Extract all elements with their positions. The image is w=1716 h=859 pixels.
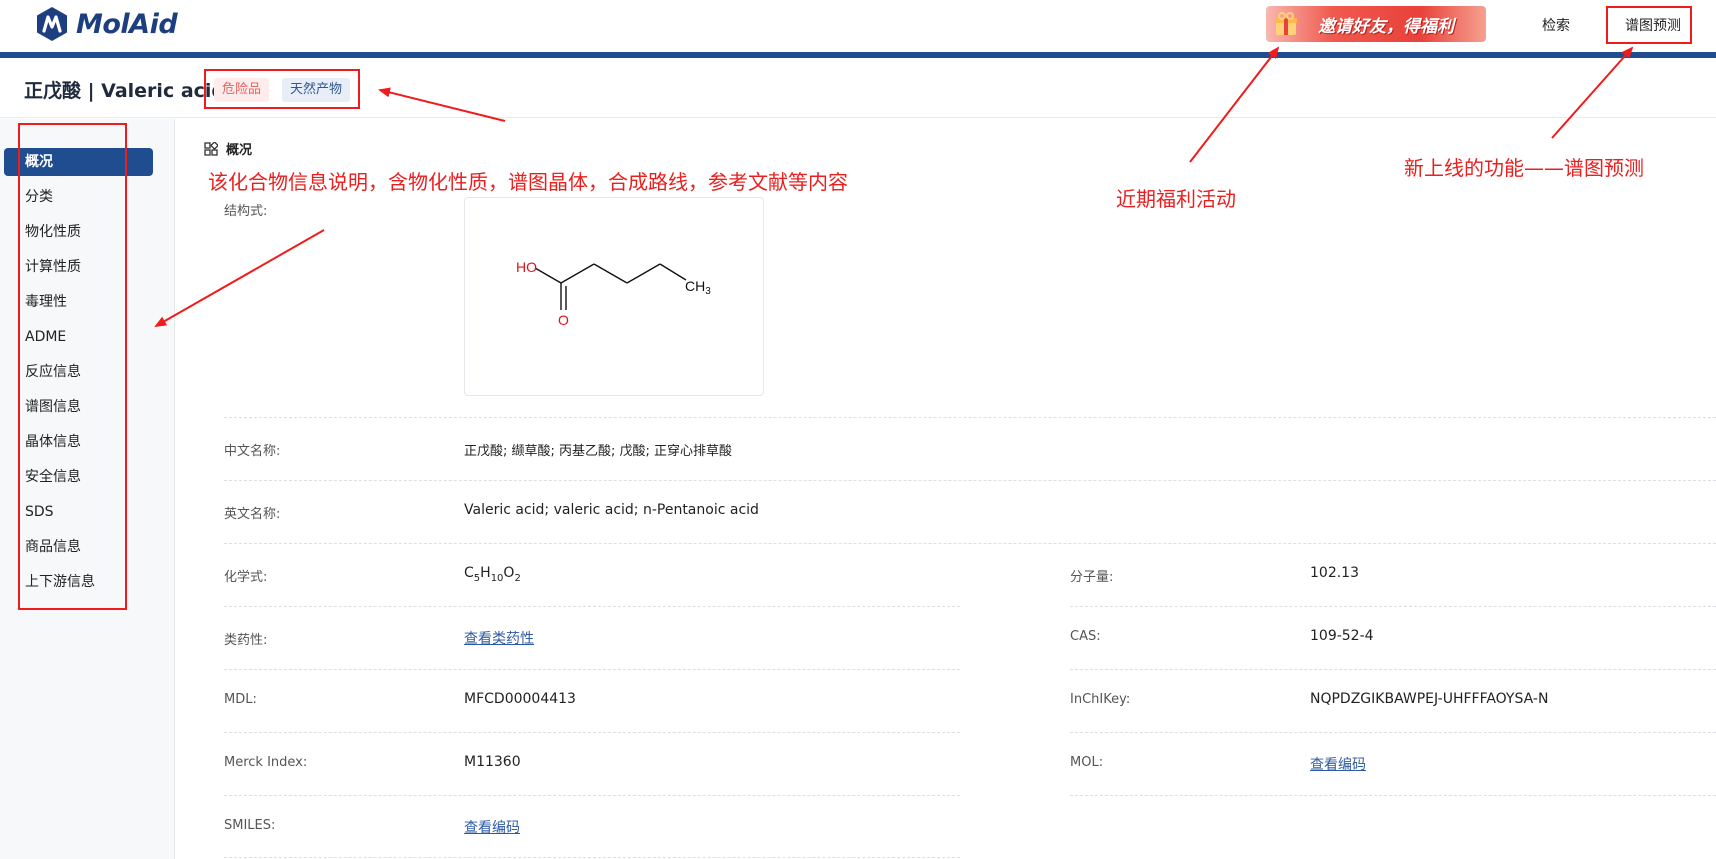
mdl-label: MDL: xyxy=(224,692,257,707)
divider xyxy=(224,480,1716,481)
promo-text: 邀请好友，得福利 xyxy=(1318,16,1454,37)
formula-label: 化学式: xyxy=(224,570,268,585)
merck-index-label: Merck Index: xyxy=(224,755,308,770)
divider xyxy=(224,543,1716,544)
divider xyxy=(1070,606,1716,607)
logo-text: MolAid xyxy=(76,8,178,40)
divider xyxy=(224,732,960,733)
promo-annotation-text: 近期福利活动 xyxy=(1116,187,1236,211)
overview-section-title: 概况 xyxy=(226,143,253,158)
arrow-to-sidebar xyxy=(154,229,325,327)
divider xyxy=(224,417,1716,418)
smiles-label: SMILES: xyxy=(224,818,276,833)
top-header: MolAid 邀请好友，得福利 检索 谱图预测 xyxy=(0,0,1716,56)
cas-value: 109-52-4 xyxy=(1310,628,1374,644)
chinese-name-value: 正戊酸; 缬草酸; 丙基乙酸; 戊酸; 正穿心排草酸 xyxy=(464,444,733,459)
view-druglikeness-link[interactable]: 查看类药性 xyxy=(464,628,534,648)
view-smiles-code-link[interactable]: 查看编码 xyxy=(464,817,520,837)
gift-icon xyxy=(1275,12,1297,35)
molecular-weight-value: 102.13 xyxy=(1310,565,1359,581)
divider xyxy=(1070,795,1716,796)
english-name-value: Valeric acid; valeric acid; n-Pentanoic … xyxy=(464,502,759,518)
mol-label: MOL: xyxy=(1070,755,1104,770)
inchikey-label: InChIKey: xyxy=(1070,692,1131,707)
molaid-logo-icon xyxy=(37,7,67,41)
compound-title: 正戊酸 | Valeric acid xyxy=(24,80,226,102)
tags-highlight-box xyxy=(204,69,360,109)
overview-annotation-text: 该化合物信息说明，含物化性质，谱图晶体，合成路线，参考文献等内容 xyxy=(208,170,848,194)
divider xyxy=(1070,732,1716,733)
divider xyxy=(224,606,960,607)
formula-value: C5H10O2 xyxy=(464,565,521,584)
grid-icon xyxy=(204,141,218,156)
molaid-logo[interactable]: MolAid xyxy=(34,4,178,44)
view-mol-code-link[interactable]: 查看编码 xyxy=(1310,754,1366,774)
invite-friends-banner[interactable]: 邀请好友，得福利 xyxy=(1266,6,1486,42)
hydroxyl-atom: HO xyxy=(516,259,537,275)
nav-search-link[interactable]: 检索 xyxy=(1542,15,1570,35)
carbonyl-oxygen-atom: O xyxy=(558,312,569,328)
druglikeness-label: 类药性: xyxy=(224,633,268,648)
inchikey-value: NQPDZGIKBAWPEJ-UHFFFAOYSA-N xyxy=(1310,691,1549,707)
annotation-arrows xyxy=(154,46,1634,327)
feature-annotation-text: 新上线的功能——谱图预测 xyxy=(1404,156,1644,180)
overview-section-header: 概况 xyxy=(204,139,252,158)
merck-index-value: M11360 xyxy=(464,754,521,770)
structure-label: 结构式: xyxy=(224,204,268,219)
cas-label: CAS: xyxy=(1070,629,1101,644)
chinese-name-label: 中文名称: xyxy=(224,444,281,459)
mdl-value: MFCD00004413 xyxy=(464,691,576,707)
sidebar-highlight-box xyxy=(18,123,127,610)
divider xyxy=(224,795,960,796)
molecular-weight-label: 分子量: xyxy=(1070,570,1114,585)
divider xyxy=(1070,669,1716,670)
divider xyxy=(224,857,960,858)
structure-diagram[interactable]: HO O CH3 xyxy=(464,197,764,396)
methyl-group: CH3 xyxy=(685,278,711,297)
spectrum-predict-highlight-box xyxy=(1606,6,1692,44)
english-name-label: 英文名称: xyxy=(224,507,281,522)
divider xyxy=(224,669,960,670)
valeric-acid-structure: HO O CH3 xyxy=(516,259,711,328)
